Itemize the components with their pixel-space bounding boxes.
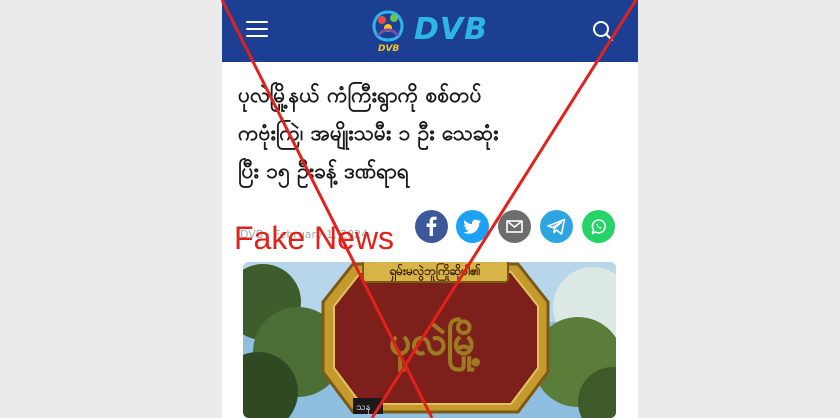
logo-tagline: DVB	[378, 44, 400, 54]
email-share-button[interactable]	[498, 210, 531, 243]
search-icon[interactable]	[592, 20, 614, 42]
top-navigation-bar: DVB DVB	[222, 0, 638, 62]
logo-text: DVB	[414, 12, 488, 47]
twitter-icon	[463, 219, 481, 234]
email-icon	[506, 220, 523, 233]
town-welcome-sign-illustration: ရှမ်းမလွဲဘူကြိုဆိုပါ၏ ပုလဲမြို့ သန	[243, 262, 616, 418]
fake-news-stamp: Fake News	[234, 220, 395, 256]
article-headline: ပုလဲမြို့နယ် ကံကြီးရွာကို စစ်တပ် ကဗုံးကြ…	[238, 76, 630, 190]
headline-line: ကဗုံးကြဲ၊ အမျိုးသမီး ၁ ဦး သေဆုံး	[238, 121, 499, 145]
article-page: DVB DVB ပုလဲမြို့နယ် ကံကြီးရွာကို စစ်တပ်…	[222, 0, 638, 418]
hamburger-menu-icon[interactable]	[246, 21, 268, 39]
telegram-icon	[547, 218, 566, 235]
article-hero-image[interactable]: ရှမ်းမလွဲဘူကြိုဆိုပါ၏ ပုလဲမြို့ သန	[243, 262, 616, 418]
whatsapp-icon	[591, 219, 606, 235]
headline-line: ပြီး ၁၅ ဦးခန့် ဒဏ်ရာရ	[238, 159, 409, 183]
facebook-icon	[426, 216, 437, 236]
telegram-share-button[interactable]	[540, 210, 573, 243]
whatsapp-share-button[interactable]	[582, 210, 615, 243]
dvb-logo[interactable]: DVB DVB	[368, 6, 498, 56]
twitter-share-button[interactable]	[456, 210, 489, 243]
facebook-share-button[interactable]	[415, 210, 448, 243]
headline-line: ပုလဲမြို့နယ် ကံကြီးရွာကို စစ်တပ်	[238, 83, 482, 107]
